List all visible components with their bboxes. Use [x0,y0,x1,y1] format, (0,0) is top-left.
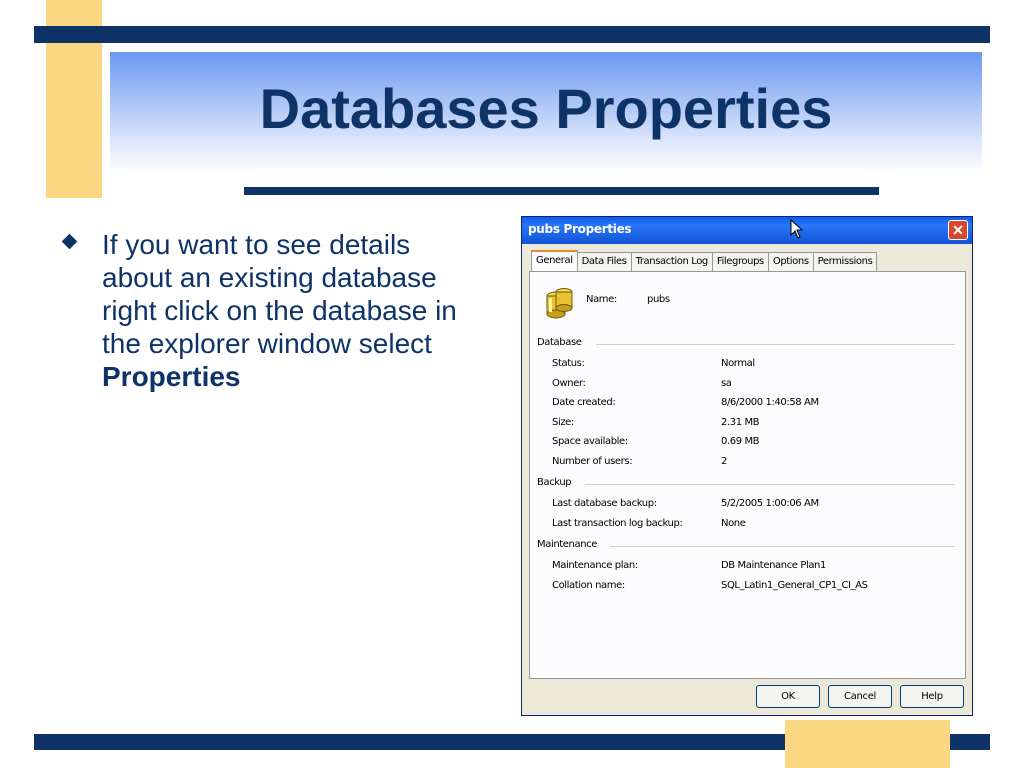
property-value: 8/6/2000 1:40:58 AM [721,397,819,408]
help-button[interactable]: Help [900,685,964,708]
general-tab-panel: Name: pubs Database Status: Normal Owner: sa… [529,271,966,679]
property-label: Status: [552,358,585,369]
property-label: Owner: [552,377,586,389]
property-value: DB Maintenance Plan1 [721,560,826,571]
close-icon: ✕ [952,222,964,238]
decor-navy-bar-top [34,26,990,43]
property-value: SQL_Latin1_General_CP1_CI_AS [721,579,868,591]
name-label: Name: [586,294,617,305]
ok-button[interactable]: OK [756,685,820,708]
property-label: Number of users: [552,455,633,467]
tab-options[interactable]: Options [767,252,814,272]
tab-transaction-log[interactable]: Transaction Log [630,252,713,272]
title-underline [244,187,879,195]
bullet-text-bold: Properties [102,361,241,392]
property-label: Collation name: [552,579,625,591]
mouse-cursor-icon [790,219,804,239]
properties-dialog: pubs Properties ✕ General Data Files Trans… [521,216,973,716]
section-divider [610,546,955,547]
section-divider [596,344,955,345]
tab-permissions[interactable]: Permissions [812,252,878,272]
property-label: Size: [552,416,574,428]
property-label: Last database backup: [552,498,657,509]
bullet-text-body: If you want to see details about an exis… [102,229,457,359]
section-heading-backup: Backup [537,477,572,488]
close-button[interactable]: ✕ [948,220,968,240]
property-value: None [721,517,746,529]
property-value: 2.31 MB [721,416,760,428]
property-value: Normal [721,358,755,369]
property-label: Last transaction log backup: [552,517,683,529]
dialog-titlebar[interactable]: pubs Properties ✕ [522,217,972,244]
section-divider [585,484,955,485]
bullet-text: If you want to see details about an exis… [102,228,487,393]
property-label: Maintenance plan: [552,560,638,571]
bullet-diamond-icon [61,233,78,250]
property-value: sa [721,377,732,389]
dialog-title: pubs Properties [528,222,632,236]
section-heading-database: Database [537,337,582,348]
cancel-button[interactable]: Cancel [828,685,892,708]
property-value: 5/2/2005 1:00:06 AM [721,498,819,509]
section-heading-maintenance: Maintenance [537,539,597,550]
name-value: pubs [647,294,670,305]
decor-yellow-block-bottom [785,720,950,768]
property-value: 2 [721,455,727,467]
property-label: Date created: [552,397,616,408]
tab-filegroups[interactable]: Filegroups [711,252,769,272]
tab-general[interactable]: General [531,250,578,272]
tab-strip: General Data Files Transaction Log Filegrou… [531,250,878,272]
tab-data-files[interactable]: Data Files [576,252,632,272]
slide-title: Databases Properties [259,77,833,140]
property-value: 0.69 MB [721,436,760,447]
property-label: Space available: [552,436,628,447]
database-icon [546,288,573,319]
